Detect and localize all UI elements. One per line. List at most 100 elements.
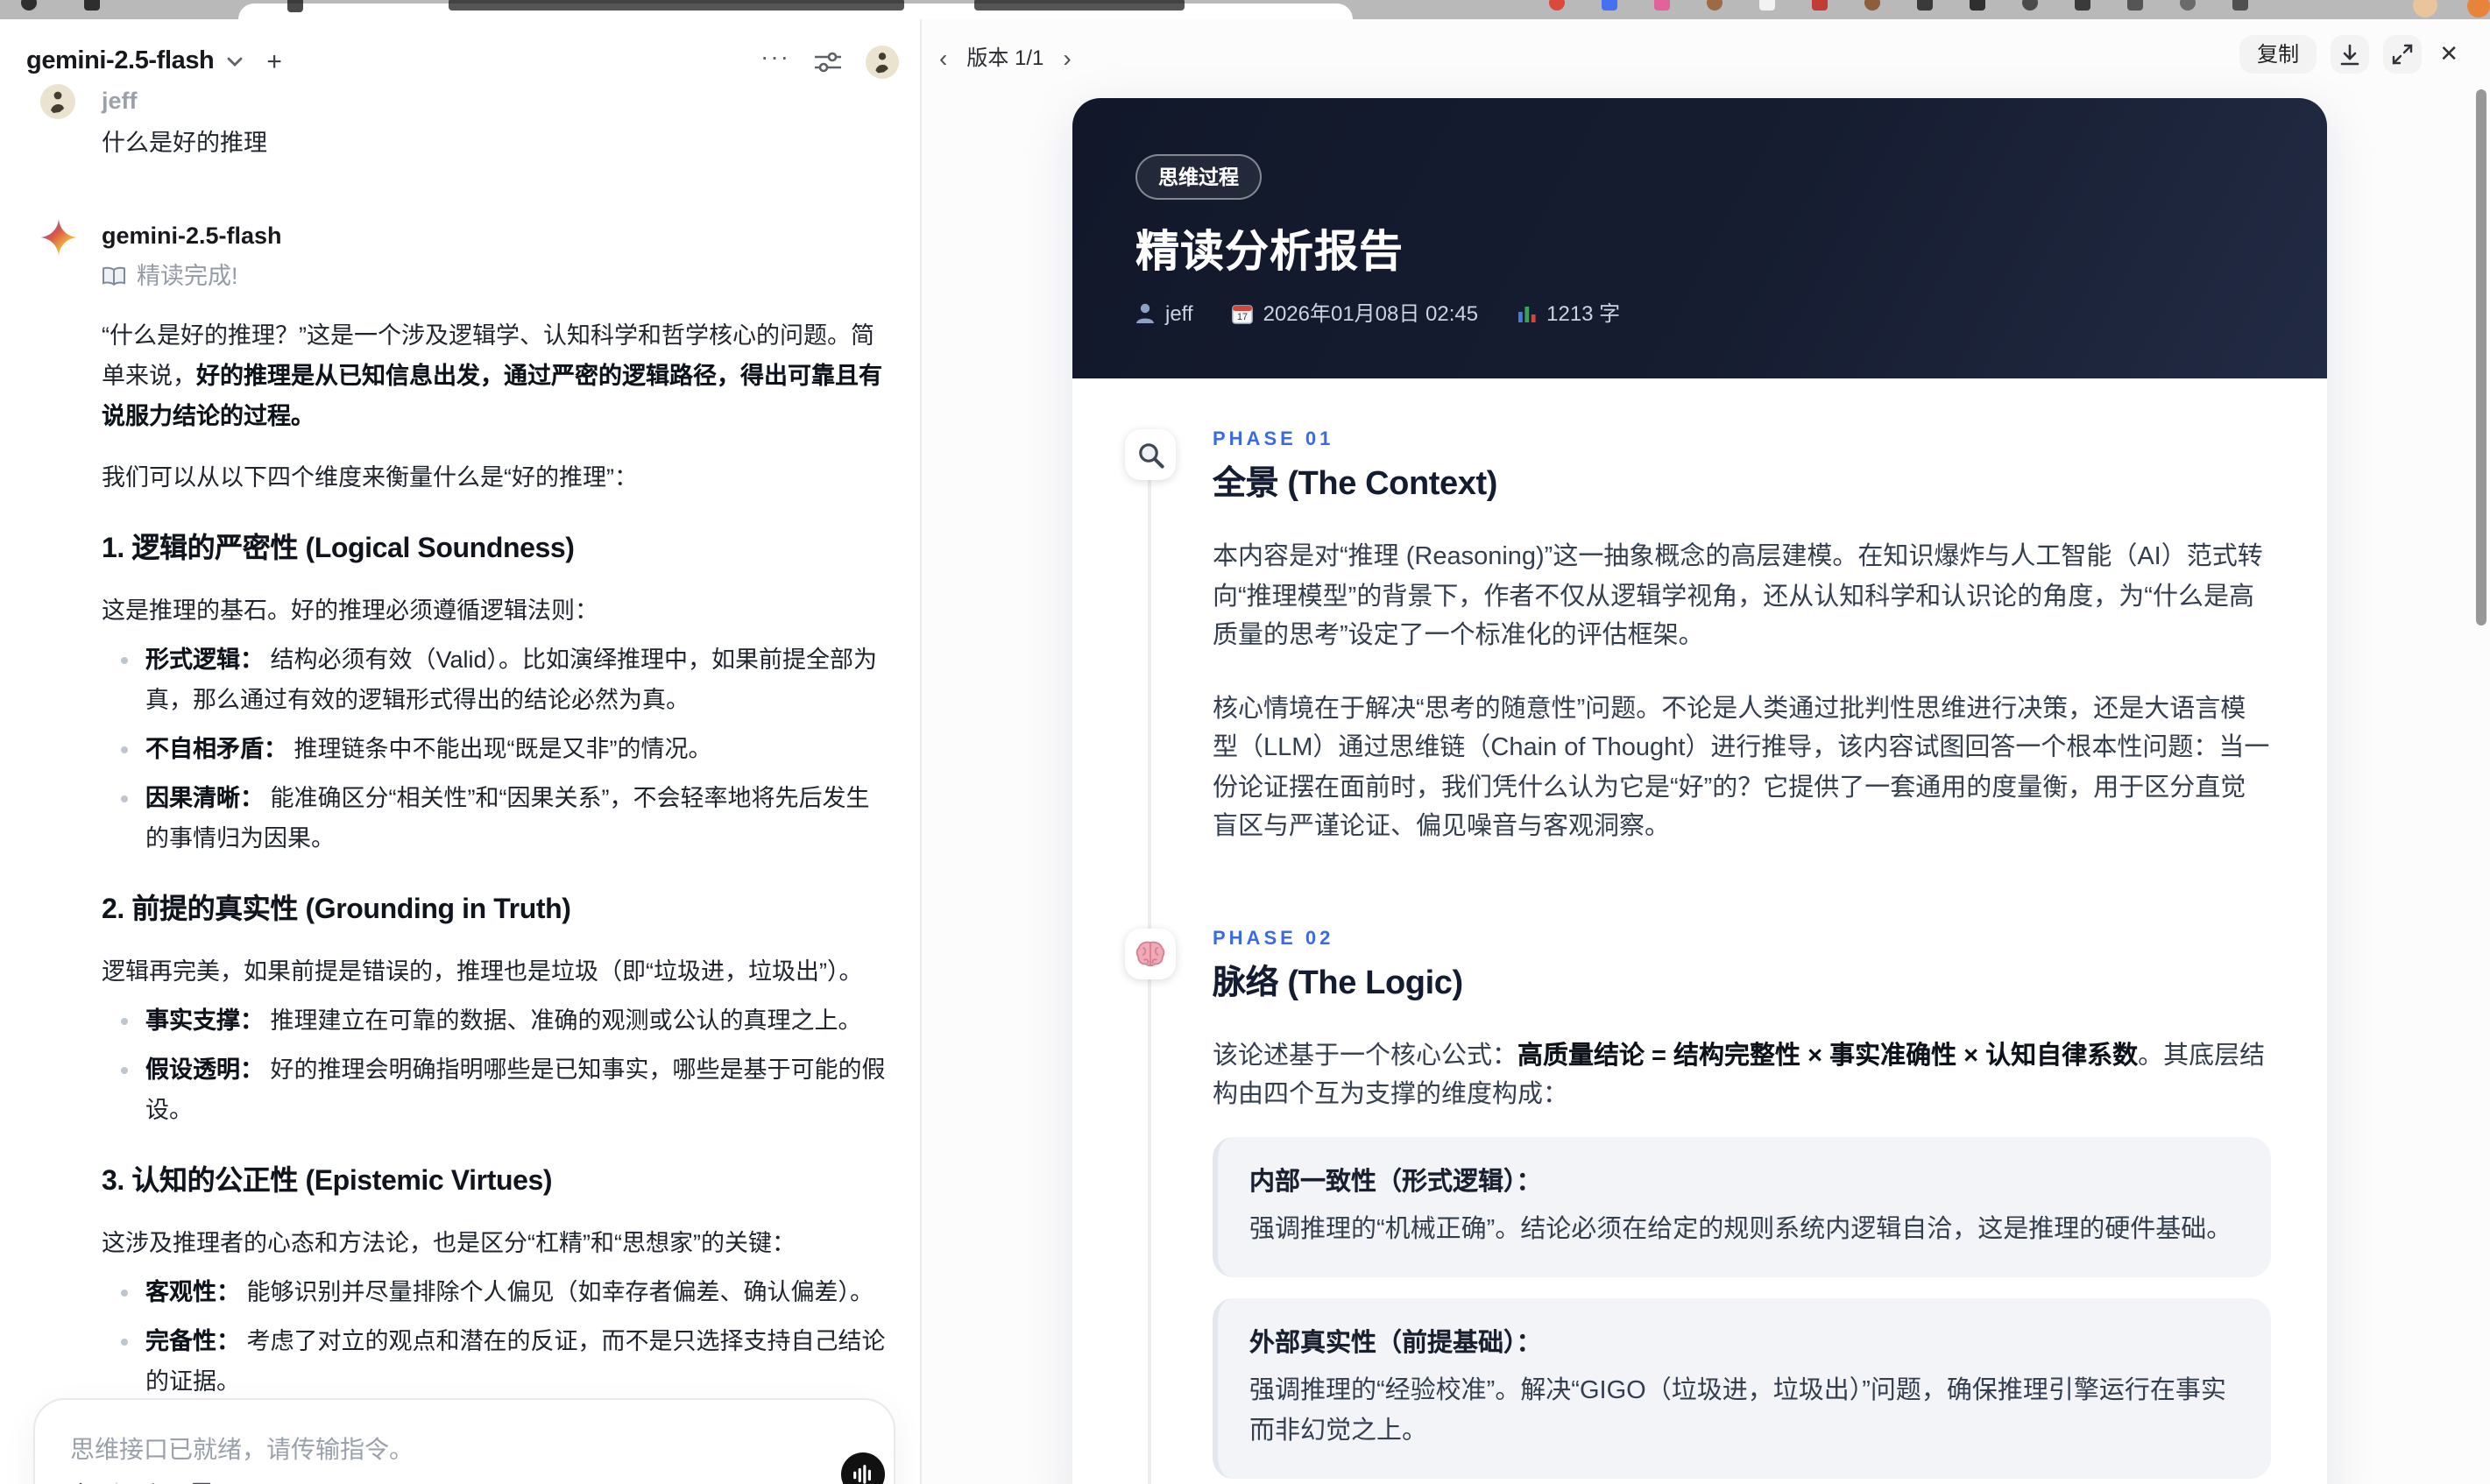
bullet-term: 假设透明：	[145, 1056, 264, 1083]
voice-input-button[interactable]	[841, 1452, 885, 1484]
extension-icon[interactable]	[1602, 0, 1617, 11]
composer-placeholder[interactable]: 思维接口已就绪，请传输指令。	[70, 1431, 414, 1466]
extension-icon[interactable]	[1812, 0, 1828, 11]
report-pane: ‹ 版本 1/1 › 复制 ✕ 思维过程 精读分析报告 jeff 17 2026…	[922, 19, 2490, 1484]
card-body: 强调推理的“经验校准”。解决“GIGO（垃圾进，垃圾出）”问题，确保推理引擎运行…	[1249, 1377, 2226, 1445]
report-word-count: 1213 字	[1517, 298, 1620, 328]
section-title: 1. 逻辑的严密性 (Logical Soundness)	[102, 534, 575, 564]
browser-tab[interactable]	[238, 0, 1353, 19]
extension-icon[interactable]	[1707, 0, 1722, 11]
extension-icon[interactable]	[1917, 0, 1933, 11]
extension-icon[interactable]	[1759, 0, 1775, 11]
chevron-down-icon[interactable]	[226, 55, 244, 67]
report-card: 思维过程 精读分析报告 jeff 17 2026年01月08日 02:45 12…	[1072, 98, 2327, 1484]
report-header: 思维过程 精读分析报告 jeff 17 2026年01月08日 02:45 12…	[1072, 98, 2327, 378]
report-body[interactable]: PHASE 01 全景 (The Context) 本内容是对“推理 (Reason…	[1072, 378, 2327, 1484]
bullet-term: 不自相矛盾：	[145, 736, 287, 762]
attach-plus-icon[interactable]	[67, 1480, 95, 1484]
extension-icon[interactable]	[2127, 0, 2143, 11]
browser-grid-icon[interactable]	[84, 0, 100, 11]
expand-icon[interactable]	[2383, 35, 2423, 74]
more-options-icon[interactable]: ···	[760, 44, 790, 79]
extension-icon[interactable]	[1654, 0, 1670, 11]
assistant-lead: 我们可以从以下四个维度来衡量什么是“好的推理”：	[102, 464, 638, 491]
user-avatar[interactable]	[866, 45, 899, 78]
report-author: jeff	[1135, 300, 1193, 325]
list-item: 客观性： 能够识别并尽量排除个人偏见（如幸存者偏差、确认偏差）。	[102, 1272, 890, 1312]
list-item: 假设透明： 好的推理会明确指明哪些是已知事实，哪些是基于可能的假设。	[102, 1049, 890, 1130]
dimension-card: 内部一致性（形式逻辑）： 强调推理的“机械正确”。结论必须在给定的规则系统内逻辑自…	[1213, 1136, 2271, 1277]
panel-actions: 复制 ✕	[2239, 35, 2462, 74]
calendar-icon: 17	[1231, 304, 1253, 323]
extension-icon[interactable]	[2180, 0, 2196, 11]
message-composer[interactable]: 思维接口已就绪，请传输指令。	[33, 1398, 895, 1484]
report-badge: 思维过程	[1135, 154, 1262, 200]
new-chat-button[interactable]: +	[266, 48, 282, 74]
section-desc: 这涉及推理者的心态和方法论，也是区分“杠精”和“思想家”的关键：	[102, 1230, 796, 1256]
browser-nav-icon[interactable]	[21, 0, 37, 11]
model-selector[interactable]: gemini-2.5-flash	[26, 47, 215, 75]
bullet-dot-icon	[121, 1018, 128, 1025]
dimension-card: 外部真实性（前提基础）： 强调推理的“经验校准”。解决“GIGO（垃圾进，垃圾出）…	[1213, 1298, 2271, 1479]
report-datetime: 17 2026年01月08日 02:45	[1231, 298, 1478, 328]
chat-messages[interactable]: jeff 什么是好的推理 gemini-2.5-flash 精读完成! “什么是…	[0, 84, 920, 1484]
list-item: 事实支撑： 推理建立在可靠的数据、准确的观测或公认的真理之上。	[102, 1000, 890, 1041]
card-title: 内部一致性（形式逻辑）：	[1249, 1168, 1542, 1196]
card-body: 强调推理的“机械正确”。结论必须在给定的规则系统内逻辑自洽，这是推理的硬件基础。	[1249, 1215, 2232, 1243]
browser-profile-avatar[interactable]	[2413, 0, 2437, 18]
bullet-dot-icon	[121, 1067, 128, 1074]
browser-corner-icon[interactable]	[2467, 0, 2490, 18]
bookmark-icon[interactable]	[187, 1480, 216, 1484]
status-line: 精读完成!	[102, 258, 890, 294]
phase-title: 全景 (The Context)	[1213, 466, 1498, 503]
browser-chrome	[0, 0, 2490, 19]
download-icon[interactable]	[2331, 35, 2370, 74]
bullet-dot-icon	[121, 746, 128, 753]
extension-icon[interactable]	[1549, 0, 1565, 11]
phase-paragraph: 本内容是对“推理 (Reasoning)”这一抽象概念的高层建模。在知识爆炸与人…	[1213, 543, 2263, 650]
extension-icon[interactable]	[1970, 0, 1985, 11]
message-sender: jeff	[102, 88, 138, 114]
phase-paragraph: 核心情境在于解决“思考的随意性”问题。不论是人类通过批判性思维进行决策，还是大语…	[1213, 695, 2270, 841]
bar-chart-icon	[1517, 307, 1535, 322]
chat-header: gemini-2.5-flash + ···	[26, 39, 899, 84]
phase-1: PHASE 01 全景 (The Context) 本内容是对“推理 (Reason…	[1125, 429, 2292, 847]
card-title: 外部真实性（前提基础）：	[1249, 1330, 1542, 1358]
skills-diamonds-icon[interactable]	[138, 1480, 166, 1484]
phase-label: PHASE 01	[1213, 429, 1334, 450]
next-version-button[interactable]: ›	[1059, 45, 1074, 69]
report-title: 精读分析报告	[1135, 228, 1404, 277]
scrollbar[interactable]	[2476, 89, 2486, 625]
app-window: gemini-2.5-flash + ··· jeff 什么是好的推理 gemi…	[0, 0, 2490, 1484]
message-sender: gemini-2.5-flash	[102, 223, 282, 249]
prev-version-button[interactable]: ‹	[936, 45, 951, 69]
bullet-dot-icon	[121, 1290, 128, 1297]
svg-text:17: 17	[1237, 311, 1248, 322]
text-run: 高质量结论 = 结构完整性 × 事实准确性 × 认知自律系数	[1517, 1042, 2139, 1070]
bullet-dot-icon	[121, 795, 128, 802]
close-icon[interactable]: ✕	[2436, 40, 2462, 68]
extension-icon[interactable]	[1864, 0, 1880, 11]
copy-button[interactable]: 复制	[2239, 35, 2317, 74]
section-title: 3. 认知的公正性 (Epistemic Virtues)	[102, 1167, 553, 1197]
list-item: 完备性： 考虑了对立的观点和潜在的反证，而不是只选择支持自己结论的证据。	[102, 1321, 890, 1402]
user-avatar	[40, 84, 102, 119]
chat-pane: gemini-2.5-flash + ··· jeff 什么是好的推理 gemi…	[0, 19, 920, 1484]
text-run: 该论述基于一个核心公式：	[1213, 1042, 1517, 1070]
list-item: 不自相矛盾： 推理链条中不能出现“既是又非”的情况。	[102, 729, 890, 769]
assistant-message: gemini-2.5-flash 精读完成! “什么是好的推理？”这是一个涉及逻…	[40, 219, 890, 1484]
section-desc: 这是推理的基石。好的推理必须遵循逻辑法则：	[102, 597, 598, 624]
phase-2: PHASE 02 脉络 (The Logic) 该论述基于一个核心公式：高质量结论 …	[1125, 928, 2292, 1484]
bullet-dot-icon	[121, 1339, 128, 1346]
section-desc: 逻辑再完美，如果前提是错误的，推理也是垃圾（即“垃圾进，垃圾出”）。	[102, 958, 863, 985]
extension-icon[interactable]	[2232, 0, 2248, 11]
list-item: 因果清晰： 能准确区分“相关性”和“因果关系”，不会轻率地将先后发生的事情归为因…	[102, 778, 890, 859]
extension-icon[interactable]	[2022, 0, 2038, 11]
extension-icon[interactable]	[2075, 0, 2090, 11]
phase-label: PHASE 02	[1213, 928, 1334, 949]
bullet-term: 完备性：	[145, 1328, 240, 1354]
status-text: 精读完成!	[137, 263, 238, 289]
tune-settings-icon[interactable]	[815, 50, 841, 73]
phase-title: 脉络 (The Logic)	[1213, 965, 1463, 1001]
section-title: 2. 前提的真实性 (Grounding in Truth)	[102, 895, 571, 925]
